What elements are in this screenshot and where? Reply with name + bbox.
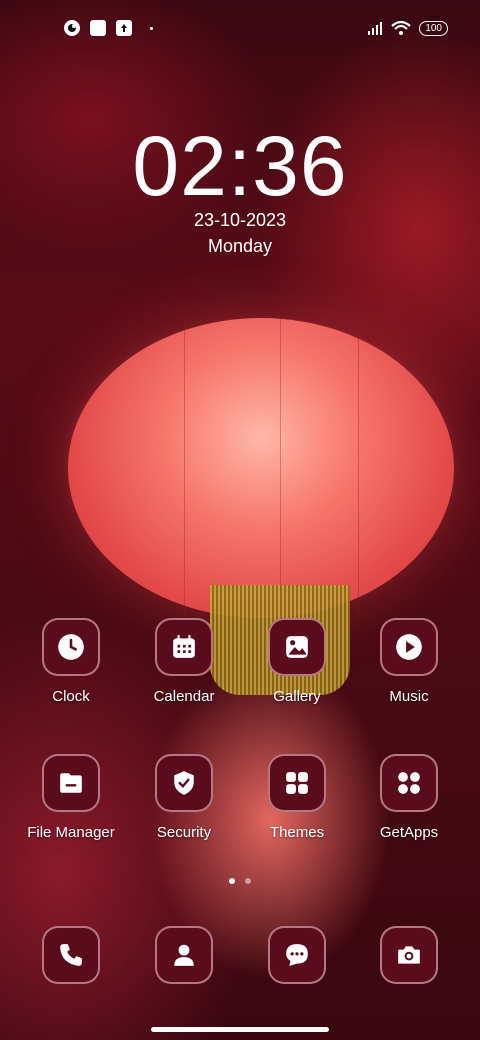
app-calendar[interactable]: Calendar <box>129 618 239 705</box>
play-icon <box>380 618 438 676</box>
dock-contacts[interactable] <box>129 926 239 984</box>
app-gallery[interactable]: Gallery <box>242 618 352 705</box>
shield-icon <box>155 754 213 812</box>
clock-icon <box>42 618 100 676</box>
messages-icon <box>268 926 326 984</box>
app-label: Security <box>156 824 212 841</box>
page-dot-active[interactable] <box>229 878 235 884</box>
app-label: GetApps <box>379 824 439 841</box>
grid-icon <box>268 754 326 812</box>
apps-icon <box>380 754 438 812</box>
app-label: Gallery <box>273 688 321 705</box>
app-notification-icon <box>64 20 80 36</box>
contacts-icon <box>155 926 213 984</box>
dock-camera[interactable] <box>354 926 464 984</box>
app-getapps[interactable]: GetApps <box>354 754 464 841</box>
app-themes[interactable]: Themes <box>242 754 352 841</box>
folder-icon <box>42 754 100 812</box>
clock-date: 23-10-2023 <box>193 210 287 230</box>
dock-phone[interactable] <box>16 926 126 984</box>
battery-indicator: 100 <box>419 20 448 36</box>
upload-icon <box>116 20 132 36</box>
wifi-icon <box>391 20 412 35</box>
page-dot[interactable] <box>245 878 251 884</box>
app-file-manager[interactable]: File Manager <box>16 754 126 841</box>
app-label: Calendar <box>153 688 215 705</box>
dock-messages[interactable] <box>242 926 352 984</box>
signal-icon <box>368 22 383 35</box>
calendar-icon <box>155 618 213 676</box>
clock-day: Monday <box>207 236 273 256</box>
app-label: Music <box>389 688 429 705</box>
home-gesture-bar[interactable] <box>151 1027 329 1032</box>
more-dot-icon <box>150 26 153 30</box>
app-label: Clock <box>52 688 90 705</box>
status-system: 100 <box>367 20 448 36</box>
page-indicator <box>0 878 480 884</box>
app-clock[interactable]: Clock <box>16 618 126 705</box>
image-icon <box>268 618 326 676</box>
wallpaper-lantern <box>68 318 454 618</box>
camera-icon <box>380 926 438 984</box>
status-notifications <box>64 20 153 36</box>
status-bar: 100 <box>0 0 480 56</box>
phone-icon <box>42 926 100 984</box>
app-security[interactable]: Security <box>129 754 239 841</box>
square-icon <box>90 20 106 36</box>
app-music[interactable]: Music <box>354 618 464 705</box>
app-label: File Manager <box>27 824 115 841</box>
app-label: Themes <box>269 824 325 841</box>
clock-time[interactable]: 02:36 <box>0 118 480 215</box>
